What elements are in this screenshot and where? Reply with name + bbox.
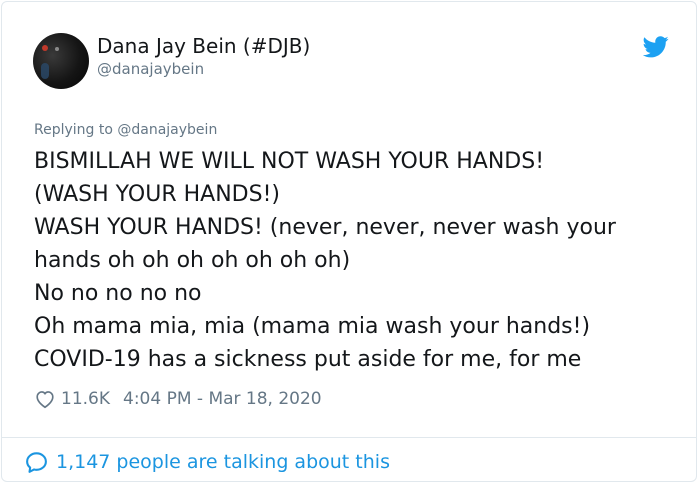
tweet-text-line: WASH YOUR HANDS! (never, never, never wa… <box>34 215 616 240</box>
tweet-card[interactable]: Dana Jay Bein (#DJB) @danajaybein Replyi… <box>1 1 697 482</box>
replying-to-label[interactable]: Replying to @danajaybein <box>34 122 217 138</box>
conversation-link-label[interactable]: 1,147 people are talking about this <box>56 451 390 473</box>
speech-bubble-icon <box>26 451 47 473</box>
heart-icon[interactable] <box>34 388 56 410</box>
conversation-link[interactable]: 1,147 people are talking about this <box>24 450 390 474</box>
avatar[interactable] <box>33 33 89 89</box>
author-display-name[interactable]: Dana Jay Bein (#DJB) <box>97 34 310 58</box>
tweet-text-line: hands oh oh oh oh oh oh oh) <box>34 248 351 273</box>
divider <box>2 437 696 438</box>
like-count[interactable]: 11.6K <box>61 389 110 409</box>
author-handle[interactable]: @danajaybein <box>97 60 204 78</box>
tweet-text-line: BISMILLAH WE WILL NOT WASH YOUR HANDS! <box>34 149 545 174</box>
tweet-text: BISMILLAH WE WILL NOT WASH YOUR HANDS! (… <box>34 145 684 376</box>
tweet-timestamp[interactable]: 4:04 PM - Mar 18, 2020 <box>123 389 322 409</box>
tweet-text-line: COVID-19 has a sickness put aside for me… <box>34 347 582 372</box>
tweet-text-line: No no no no no <box>34 281 202 306</box>
twitter-bird-icon[interactable] <box>643 36 669 58</box>
tweet-text-line: (WASH YOUR HANDS!) <box>34 182 280 207</box>
tweet-text-line: Oh mama mia, mia (mama mia wash your han… <box>34 314 591 339</box>
tweet-meta: 11.6K 4:04 PM - Mar 18, 2020 <box>34 387 322 411</box>
